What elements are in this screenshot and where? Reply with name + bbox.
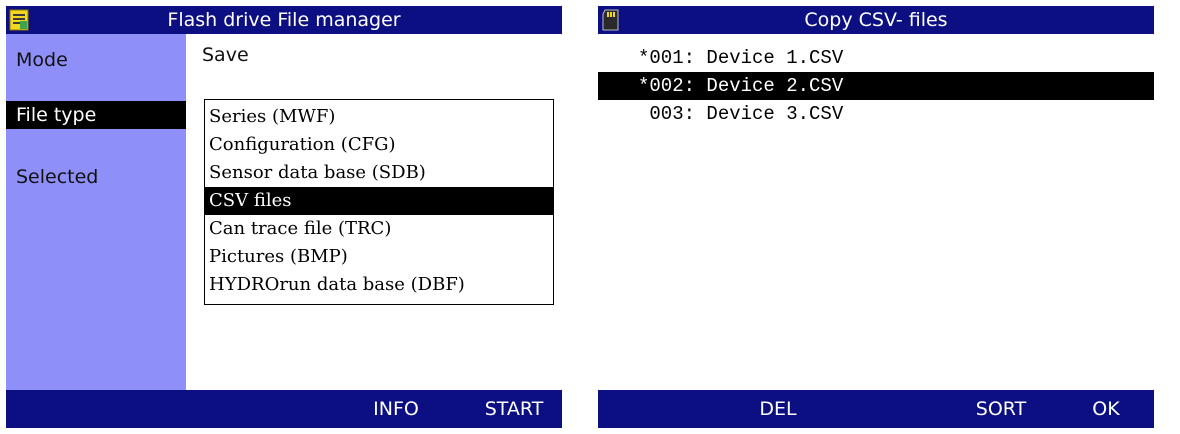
file-type-list: Series (MWF) Configuration (CFG) Sensor … <box>204 99 554 305</box>
page-title: Copy CSV- files <box>804 9 948 31</box>
list-item[interactable]: *002: Device 2.CSV <box>598 72 1154 100</box>
ok-button[interactable]: OK <box>1086 390 1126 428</box>
list-item[interactable]: CSV files <box>205 187 553 215</box>
info-button[interactable]: INFO <box>361 390 431 428</box>
file-manager-screen: Flash drive File manager Mode File type … <box>6 6 562 428</box>
list-item[interactable]: Can trace file (TRC) <box>205 215 553 243</box>
start-button[interactable]: START <box>472 390 556 428</box>
title-bar: Copy CSV- files <box>598 6 1154 34</box>
softkey-bar: DEL SORT OK <box>598 390 1154 428</box>
sidebar-item-file-type[interactable]: File type <box>6 101 186 129</box>
list-item[interactable]: *001: Device 1.CSV <box>598 44 1154 72</box>
sort-button[interactable]: SORT <box>966 390 1036 428</box>
sidebar-item-selected[interactable]: Selected <box>6 163 186 191</box>
list-item[interactable]: Pictures (BMP) <box>205 243 553 271</box>
delete-button[interactable]: DEL <box>748 390 808 428</box>
sidebar-item-mode[interactable]: Mode <box>6 46 186 74</box>
softkey-bar: INFO START <box>6 390 562 428</box>
list-item[interactable]: HYDROrun data base (DBF) <box>205 271 553 299</box>
mode-value: Save <box>202 44 249 66</box>
csv-file-list: *001: Device 1.CSV *002: Device 2.CSV 00… <box>598 44 1154 128</box>
title-bar: Flash drive File manager <box>6 6 562 34</box>
page-title: Flash drive File manager <box>167 9 401 31</box>
list-item[interactable]: Configuration (CFG) <box>205 131 553 159</box>
copy-csv-screen: Copy CSV- files *001: Device 1.CSV *002:… <box>598 6 1154 428</box>
list-item[interactable]: 003: Device 3.CSV <box>598 100 1154 128</box>
list-item[interactable]: Series (MWF) <box>205 103 553 131</box>
list-item[interactable]: Sensor data base (SDB) <box>205 159 553 187</box>
sidebar: Mode File type Selected <box>6 34 186 390</box>
